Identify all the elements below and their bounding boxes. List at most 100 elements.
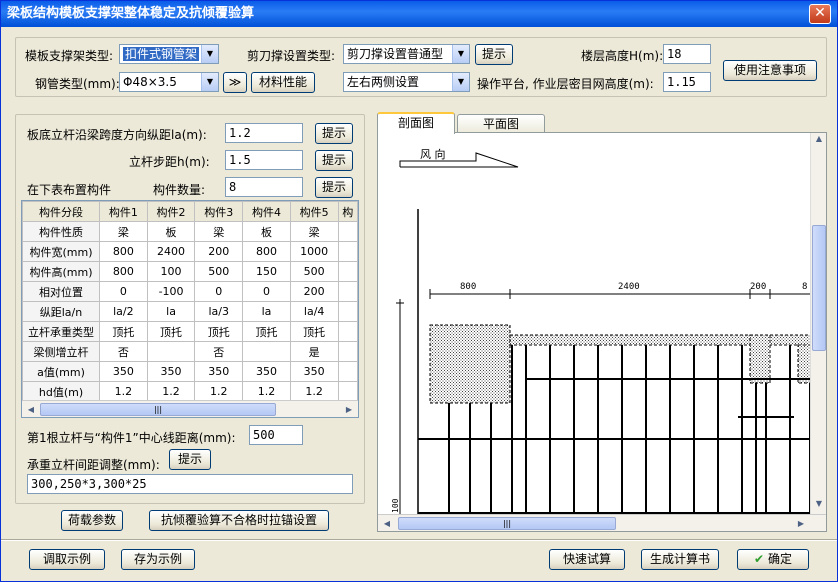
table-cell[interactable]: 梁 bbox=[289, 221, 339, 242]
table-cell[interactable]: 350 bbox=[242, 361, 291, 382]
table-cell[interactable]: 梁 bbox=[194, 221, 244, 242]
table-cell[interactable]: 顶托 bbox=[194, 321, 244, 342]
table-cell[interactable]: 1.2 bbox=[99, 381, 148, 402]
table-cell[interactable]: 350 bbox=[194, 361, 244, 382]
scroll-left-icon[interactable]: ◀ bbox=[24, 402, 38, 417]
generate-report-button[interactable]: 生成计算书 bbox=[641, 549, 719, 570]
table-cell[interactable] bbox=[337, 341, 358, 362]
table-cell[interactable]: 2400 bbox=[146, 241, 196, 262]
canvas-horizontal-scrollbar[interactable]: ◀ ||| ▶ bbox=[378, 514, 826, 531]
table-cell[interactable]: 顶托 bbox=[146, 321, 196, 342]
table-header-cell[interactable]: 构件5 bbox=[289, 201, 339, 222]
table-cell[interactable]: 是 bbox=[289, 341, 339, 362]
table-horizontal-scrollbar[interactable]: ◀ ||| ▶ bbox=[22, 400, 358, 417]
table-header-cell[interactable]: 构件2 bbox=[146, 201, 196, 222]
table-cell[interactable]: 1.2 bbox=[289, 381, 339, 402]
canvas-vertical-scrollbar[interactable]: ▲ ▼ bbox=[810, 133, 826, 514]
quick-calc-button[interactable]: 快速试算 bbox=[549, 549, 625, 570]
table-cell[interactable]: la/4 bbox=[289, 301, 339, 322]
table-cell[interactable]: 350 bbox=[146, 361, 196, 382]
table-cell[interactable]: 1.2 bbox=[194, 381, 244, 402]
table-header-cell[interactable]: 构件3 bbox=[194, 201, 244, 222]
load-example-button[interactable]: 调取示例 bbox=[29, 549, 105, 570]
table-cell[interactable]: 板 bbox=[146, 221, 196, 242]
table-cell[interactable]: -100 bbox=[146, 281, 196, 302]
table-cell[interactable] bbox=[337, 261, 358, 282]
table-cell[interactable]: 顶托 bbox=[99, 321, 148, 342]
table-cell[interactable]: la/3 bbox=[194, 301, 244, 322]
canvas-vscroll-thumb[interactable] bbox=[812, 225, 826, 351]
steel-type-select[interactable]: Φ48×3.5 ▼ bbox=[119, 72, 219, 92]
platform-height-input[interactable]: 1.15 bbox=[663, 72, 711, 92]
table-cell[interactable]: 200 bbox=[289, 281, 339, 302]
save-example-button[interactable]: 存为示例 bbox=[121, 549, 195, 570]
scissor-hint-button[interactable]: 提示 bbox=[475, 44, 513, 65]
table-cell[interactable] bbox=[242, 341, 291, 362]
table-cell[interactable]: 1000 bbox=[289, 241, 339, 262]
table-cell[interactable]: 1.2 bbox=[146, 381, 196, 402]
anchor-settings-button[interactable]: 抗倾覆验算不合格时拉锚设置 bbox=[149, 510, 329, 531]
table-cell[interactable] bbox=[337, 361, 358, 382]
double-arrow-button[interactable]: ≫ bbox=[223, 72, 247, 93]
canvas-hscroll-thumb[interactable]: ||| bbox=[398, 517, 616, 530]
table-cell[interactable]: 顶托 bbox=[289, 321, 339, 342]
material-properties-button[interactable]: 材料性能 bbox=[251, 72, 315, 93]
table-cell[interactable]: 顶托 bbox=[242, 321, 291, 342]
scroll-down-icon[interactable]: ▼ bbox=[812, 499, 826, 513]
table-cell[interactable] bbox=[337, 241, 358, 262]
adjust-input[interactable]: 300,250*3,300*25 bbox=[27, 474, 353, 494]
count-input[interactable]: 8 bbox=[225, 177, 303, 197]
table-cell[interactable]: 500 bbox=[194, 261, 244, 282]
count-hint-button[interactable]: 提示 bbox=[315, 177, 353, 198]
table-header-cell[interactable]: 构件分段 bbox=[22, 201, 100, 222]
table-cell[interactable]: la bbox=[242, 301, 291, 322]
span-input[interactable]: 1.2 bbox=[225, 123, 303, 143]
table-cell[interactable]: 800 bbox=[242, 241, 291, 262]
table-cell[interactable] bbox=[337, 221, 358, 242]
scroll-thumb[interactable]: ||| bbox=[40, 403, 276, 416]
table-cell[interactable]: 800 bbox=[99, 241, 148, 262]
table-header-cell[interactable]: 构 bbox=[337, 201, 358, 222]
table-cell[interactable]: 0 bbox=[99, 281, 148, 302]
table-cell[interactable]: 梁 bbox=[99, 221, 148, 242]
table-cell[interactable]: 板 bbox=[242, 221, 291, 242]
table-header-cell[interactable]: 构件1 bbox=[99, 201, 148, 222]
table-cell[interactable]: 800 bbox=[99, 261, 148, 282]
table-cell[interactable] bbox=[337, 301, 358, 322]
side-setting-select[interactable]: 左右两侧设置 ▼ bbox=[343, 72, 470, 92]
scissor-type-select[interactable]: 剪刀撑设置普通型 ▼ bbox=[343, 44, 470, 64]
table-cell[interactable]: 否 bbox=[194, 341, 244, 362]
step-hint-button[interactable]: 提示 bbox=[315, 150, 353, 171]
load-parameters-button[interactable]: 荷载参数 bbox=[61, 510, 123, 531]
table-cell[interactable]: 200 bbox=[194, 241, 244, 262]
adjust-hint-button[interactable]: 提示 bbox=[169, 449, 211, 470]
support-type-select[interactable]: 扣件式钢管架 ▼ bbox=[119, 44, 219, 64]
scroll-up-icon[interactable]: ▲ bbox=[812, 134, 826, 148]
tab-section[interactable]: 剖面图 bbox=[377, 112, 455, 134]
scroll-right-icon[interactable]: ▶ bbox=[794, 516, 808, 531]
usage-notes-button[interactable]: 使用注意事项 bbox=[723, 60, 817, 81]
table-cell[interactable]: 0 bbox=[242, 281, 291, 302]
table-cell[interactable]: 350 bbox=[99, 361, 148, 382]
first-pole-input[interactable]: 500 bbox=[249, 425, 303, 445]
close-button[interactable]: ✕ bbox=[809, 4, 831, 24]
table-cell[interactable]: la/2 bbox=[99, 301, 148, 322]
table-cell[interactable]: 350 bbox=[289, 361, 339, 382]
table-cell[interactable]: 150 bbox=[242, 261, 291, 282]
table-cell[interactable]: 否 bbox=[99, 341, 148, 362]
ok-button[interactable]: ✔ 确定 bbox=[737, 549, 809, 570]
table-header-cell[interactable]: 构件4 bbox=[242, 201, 291, 222]
floor-height-input[interactable]: 18 bbox=[663, 44, 711, 64]
tab-plan[interactable]: 平面图 bbox=[457, 114, 545, 134]
table-cell[interactable] bbox=[337, 381, 358, 402]
table-cell[interactable] bbox=[337, 281, 358, 302]
table-cell[interactable] bbox=[337, 321, 358, 342]
scroll-right-icon[interactable]: ▶ bbox=[342, 402, 356, 417]
table-cell[interactable]: 100 bbox=[146, 261, 196, 282]
table-cell[interactable] bbox=[146, 341, 196, 362]
scroll-left-icon[interactable]: ◀ bbox=[380, 516, 394, 531]
table-cell[interactable]: la bbox=[146, 301, 196, 322]
span-hint-button[interactable]: 提示 bbox=[315, 123, 353, 144]
table-cell[interactable]: 1.2 bbox=[242, 381, 291, 402]
drawing-canvas[interactable]: 风 向 800 2400 200 8 100 ▲ ▼ ◀ ||| ▶ bbox=[377, 132, 827, 532]
